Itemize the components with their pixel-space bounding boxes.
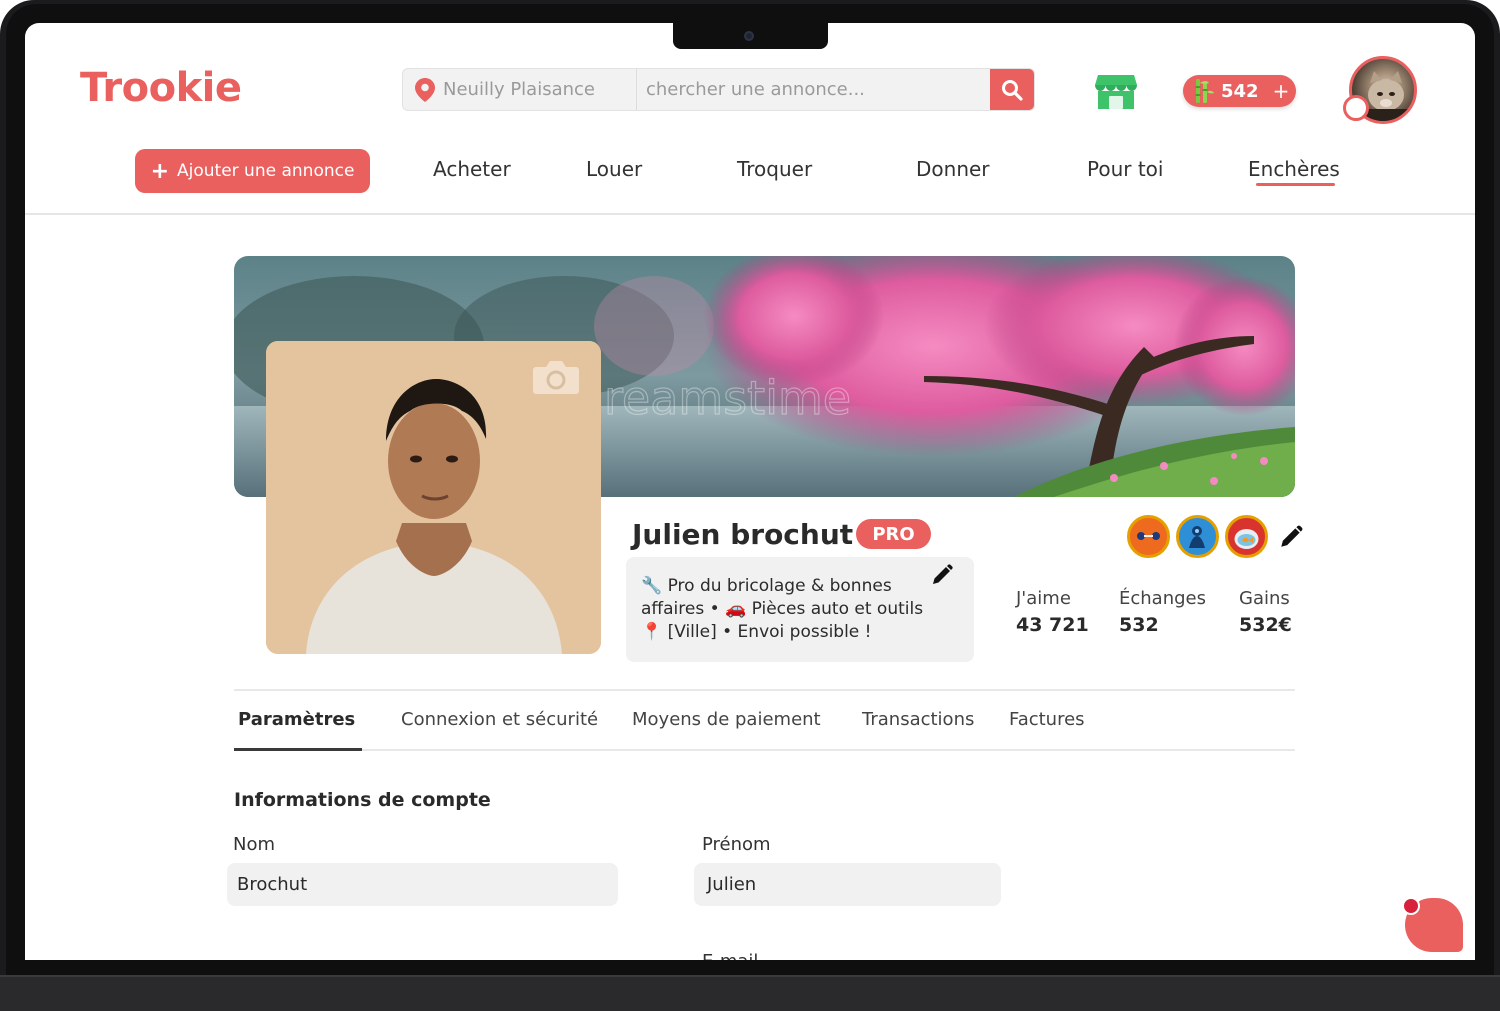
camera-icon[interactable] [532,359,580,395]
bamboo-icon [1195,79,1214,103]
nav-louer[interactable]: Louer [586,157,642,181]
nav-encheres[interactable]: Enchères [1248,157,1340,181]
tab-transactions[interactable]: Transactions [862,709,974,730]
header-divider [25,213,1475,215]
bio-line: 🔧 Pro du bricolage & bonnes [641,576,892,596]
bio-line: 📍 [Ville] • Envoi possible ! [641,622,872,642]
stat-value: 43 721 [1016,614,1089,636]
search-button[interactable] [990,69,1034,110]
stat-likes: J'aime 43 721 [1016,588,1089,636]
badge-1-icon[interactable] [1127,515,1170,558]
stat-gains: Gains 532€ [1239,588,1292,636]
add-listing-label: Ajouter une annonce [177,161,355,181]
banner-watermark: reamstime [604,371,851,425]
tabs-bottom-divider [234,749,1295,751]
search-bar: Neuilly Plaisance chercher une annonce..… [402,68,1035,111]
stat-label: J'aime [1016,588,1071,609]
location-field[interactable]: Neuilly Plaisance [403,69,637,110]
tab-connexion-securite[interactable]: Connexion et sécurité [401,709,598,730]
search-icon [1002,79,1023,101]
nav-donner[interactable]: Donner [916,157,990,181]
laptop-base [0,975,1500,1011]
tab-factures[interactable]: Factures [1009,709,1085,730]
chat-notification-dot [1402,897,1420,915]
nav-pour-toi[interactable]: Pour toi [1087,157,1163,181]
pro-badge: PRO [856,519,931,549]
nav-troquer[interactable]: Troquer [737,157,812,181]
store-button[interactable] [1095,73,1137,113]
coins-count: 542 [1221,80,1259,102]
profile-name: Julien brochut [632,518,854,551]
coins-plus: + [1272,79,1290,103]
location-pin-icon [415,77,435,102]
nom-label: Nom [233,834,276,855]
stat-value: 532 [1119,614,1159,636]
stat-value: 532€ [1239,614,1292,636]
bio-line: affaires • 🚗 Pièces auto et outils [641,599,924,619]
tab-active-indicator [234,748,362,751]
add-listing-button[interactable]: + Ajouter une annonce [135,149,370,193]
edit-bio-pencil-icon[interactable] [930,563,954,587]
screen: Trookie Neuilly Plaisance chercher une a… [25,23,1475,960]
email-label: E-mail [702,951,758,960]
badge-3-icon[interactable] [1225,515,1268,558]
tab-parametres[interactable]: Paramètres [238,709,355,730]
plus-icon: + [150,158,170,184]
search-input[interactable]: chercher une annonce... [637,69,990,110]
prenom-field[interactable]: Julien [694,863,1001,906]
stat-label: Échanges [1119,588,1206,609]
nav-active-indicator [1256,183,1335,186]
profile-photo[interactable] [266,341,601,654]
prenom-label: Prénom [702,834,771,855]
nom-field[interactable]: Brochut [227,863,618,906]
profile-bio[interactable]: 🔧 Pro du bricolage & bonnes affaires • 🚗… [626,557,974,662]
online-status-dot [1343,95,1369,121]
tab-moyens-paiement[interactable]: Moyens de paiement [632,709,821,730]
camera-notch [673,23,828,49]
location-value: Neuilly Plaisance [443,79,595,100]
stat-exchanges: Échanges 532 [1119,588,1206,636]
logo[interactable]: Trookie [80,65,242,111]
tabs-top-divider [234,689,1295,691]
achievement-badges [1127,515,1304,558]
edit-badges-pencil-icon[interactable] [1278,524,1304,550]
section-title: Informations de compte [234,789,491,811]
nav-acheter[interactable]: Acheter [433,157,511,181]
coins-button[interactable]: 542 + [1183,75,1296,107]
badge-2-icon[interactable] [1176,515,1219,558]
store-icon [1095,75,1137,109]
webcam-icon [744,31,754,41]
stat-label: Gains [1239,588,1290,609]
